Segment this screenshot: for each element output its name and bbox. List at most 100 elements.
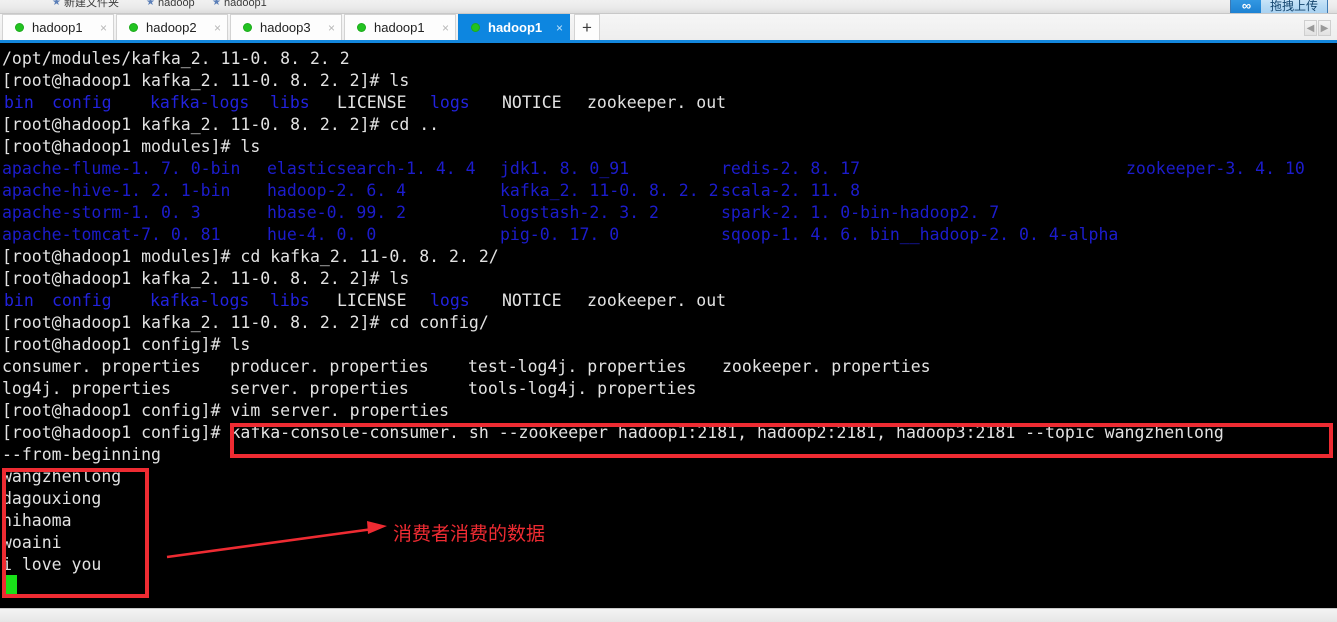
terminal-ls-column: consumer. properties log4j. properties	[2, 356, 230, 400]
terminal-line: [root@hadoop1 kafka_2. 11-0. 8. 2. 2]# l…	[2, 269, 410, 288]
tab-label: hadoop1	[488, 20, 543, 35]
terminal-line: [root@hadoop1 kafka_2. 11-0. 8. 2. 2]# c…	[2, 115, 440, 134]
close-icon[interactable]: ×	[556, 22, 563, 34]
directory-entry: logs	[430, 93, 470, 112]
directory-entry: sqoop-1. 4. 6. bin__hadoop-2. 0. 4-alpha	[721, 225, 1119, 244]
star-icon: ★	[52, 0, 61, 8]
close-icon[interactable]: ×	[442, 22, 449, 34]
star-icon: ★	[146, 0, 155, 8]
terminal-line: dagouxiong	[2, 489, 102, 508]
terminal-line: [root@hadoop1 modules]# ls	[2, 137, 261, 156]
terminal-output[interactable]: /opt/modules/kafka_2. 11-0. 8. 2. 2 [root…	[0, 46, 1337, 608]
terminal-line: [root@hadoop1 modules]# cd kafka_2. 11-0…	[2, 247, 499, 266]
terminal-line: /opt/modules/kafka_2. 11-0. 8. 2. 2	[2, 49, 350, 68]
file-entry: NOTICE	[502, 93, 562, 112]
directory-entry: bin	[4, 93, 34, 112]
terminal-line: [root@hadoop1 config]# vim server. prope…	[2, 401, 450, 420]
file-entry: LICENSE	[337, 291, 407, 310]
bookmark-item[interactable]: ★ 新建文件夹	[52, 0, 119, 10]
directory-entry: hadoop-2. 6. 4	[267, 181, 407, 200]
terminal-ls-column: producer. properties server. properties	[230, 356, 468, 400]
directory-entry: spark-2. 1. 0-bin-hadoop2. 7	[721, 203, 1000, 222]
chevron-left-icon[interactable]: ◀	[1304, 20, 1317, 36]
directory-entry: kafka_2. 11-0. 8. 2. 2	[500, 181, 719, 200]
tab-label: hadoop2	[146, 20, 197, 35]
connection-status-dot	[243, 23, 252, 32]
tab-scroll-controls: ◀ ▶	[1304, 20, 1331, 36]
close-icon[interactable]: ×	[100, 22, 107, 34]
directory-entry: redis-2. 8. 17	[721, 159, 861, 178]
directory-entry: jdk1. 8. 0_91	[500, 159, 630, 178]
close-icon[interactable]: ×	[328, 22, 335, 34]
terminal-tab-bar: hadoop1 × hadoop2 × hadoop3 × hadoop1 × …	[0, 14, 1337, 43]
file-entry: server. properties	[230, 379, 409, 398]
tab-hadoop1-1[interactable]: hadoop1 ×	[2, 14, 114, 40]
bookmark-item[interactable]: ★ hadoop1	[212, 0, 267, 10]
directory-entry: apache-flume-1. 7. 0-bin	[2, 159, 241, 178]
file-entry: producer. properties	[230, 357, 429, 376]
tab-label: hadoop1	[32, 20, 83, 35]
drag-upload-label: 拖拽上传	[1269, 0, 1318, 13]
file-entry: zookeeper. out	[587, 93, 727, 112]
file-entry	[722, 378, 962, 400]
directory-entry: scala-2. 11. 8	[721, 181, 861, 200]
drag-upload-button[interactable]: ∞ 拖拽上传	[1229, 0, 1328, 13]
file-entry: log4j. properties	[2, 379, 171, 398]
new-tab-button[interactable]: +	[574, 14, 600, 40]
terminal-ls-grid: apache-flume-1. 7. 0-bin apache-hive-1. 2…	[2, 158, 1337, 246]
terminal-line: i love you	[2, 555, 102, 574]
directory-entry: config	[52, 93, 112, 112]
terminal-line: nihaoma	[2, 511, 72, 530]
terminal-ls-column: zookeeper. properties	[722, 356, 962, 400]
chevron-right-icon[interactable]: ▶	[1318, 20, 1331, 36]
terminal-ls-column: test-log4j. properties tools-log4j. prope…	[468, 356, 722, 400]
tab-hadoop3[interactable]: hadoop3 ×	[230, 14, 342, 40]
directory-entry	[1126, 180, 1326, 202]
connection-status-dot	[129, 23, 138, 32]
file-entry: NOTICE	[502, 291, 562, 310]
tab-hadoop1-active[interactable]: hadoop1 ×	[458, 14, 570, 40]
file-entry: LICENSE	[337, 93, 407, 112]
tab-label: hadoop3	[260, 20, 311, 35]
directory-entry: elasticsearch-1. 4. 4	[267, 159, 476, 178]
directory-entry: apache-tomcat-7. 0. 81	[2, 225, 221, 244]
terminal-ls-column: jdk1. 8. 0_91 kafka_2. 11-0. 8. 2. 2 logst…	[500, 158, 721, 246]
directory-entry: hbase-0. 99. 2	[267, 203, 407, 222]
star-icon: ★	[212, 0, 221, 8]
terminal-line: woaini	[2, 533, 62, 552]
terminal-ls-column: elasticsearch-1. 4. 4 hadoop-2. 6. 4 hbase…	[267, 158, 500, 246]
tab-hadoop2[interactable]: hadoop2 ×	[116, 14, 228, 40]
directory-entry: pig-0. 17. 0	[500, 225, 620, 244]
terminal-line: [root@hadoop1 config]# ls	[2, 335, 251, 354]
directory-entry: logstash-2. 3. 2	[500, 203, 659, 222]
terminal-ls-column: apache-flume-1. 7. 0-bin apache-hive-1. 2…	[2, 158, 267, 246]
window-status-bar	[0, 608, 1337, 622]
directory-entry	[1126, 202, 1326, 224]
connection-status-dot	[357, 23, 366, 32]
file-entry: tools-log4j. properties	[468, 379, 697, 398]
tab-hadoop1-2[interactable]: hadoop1 ×	[344, 14, 456, 40]
browser-bookmarks-bar: ★ 新建文件夹 ★ hadoop ★ hadoop1 ∞ 拖拽上传	[0, 0, 1337, 14]
directory-entry: libs	[270, 93, 310, 112]
terminal-ls-column: redis-2. 8. 17 scala-2. 11. 8 spark-2. 1. …	[721, 158, 1126, 246]
terminal-line: [root@hadoop1 kafka_2. 11-0. 8. 2. 2]# c…	[2, 313, 489, 332]
file-entry: zookeeper. out	[587, 291, 727, 310]
terminal-line: [root@hadoop1 config]# kafka-console-con…	[2, 423, 1224, 442]
bookmark-label: hadoop	[157, 0, 195, 9]
directory-entry: config	[52, 291, 112, 310]
terminal-ls-line: bin config kafka-logs libs LICENSE logs NOTICE…	[2, 290, 1337, 312]
bookmark-item[interactable]: ★ hadoop	[146, 0, 195, 10]
connection-status-dot	[15, 23, 24, 32]
close-icon[interactable]: ×	[214, 22, 221, 34]
directory-entry: hue-4. 0. 0	[267, 225, 377, 244]
directory-entry: apache-storm-1. 0. 3	[2, 203, 201, 222]
directory-entry: zookeeper-3. 4. 10	[1126, 159, 1305, 178]
directory-entry: bin	[4, 291, 34, 310]
infinity-icon: ∞	[1230, 0, 1261, 13]
file-entry: consumer. properties	[2, 357, 201, 376]
tab-label: hadoop1	[374, 20, 425, 35]
terminal-cursor	[6, 575, 17, 594]
directory-entry: apache-hive-1. 2. 1-bin	[2, 181, 231, 200]
file-entry: zookeeper. properties	[722, 357, 931, 376]
bookmark-label: hadoop1	[223, 0, 267, 9]
